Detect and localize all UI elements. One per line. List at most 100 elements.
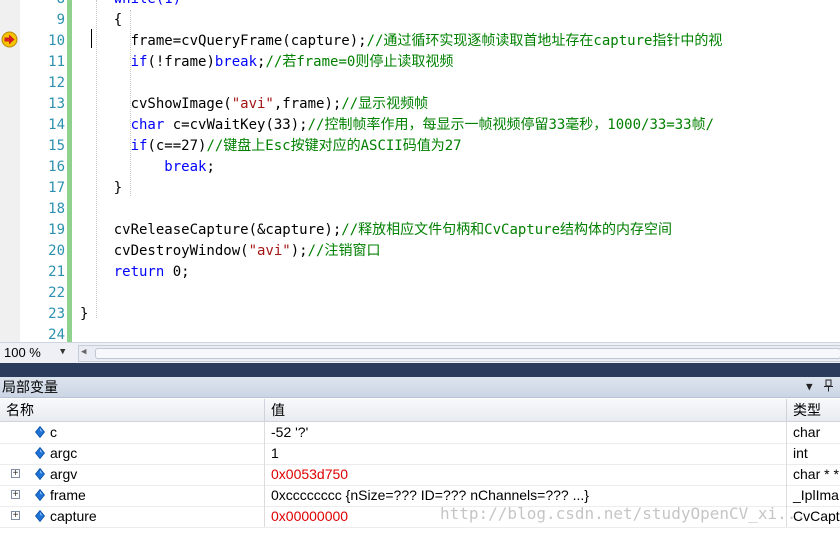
locals-row-c[interactable]: c -52 '?' char — [0, 422, 840, 444]
scrollbar-thumb[interactable] — [95, 348, 840, 359]
line-number: 17 — [48, 180, 65, 196]
indent-guide — [130, 10, 131, 196]
string-token: "avi" — [248, 243, 291, 259]
code-line[interactable]: 9 { — [0, 10, 840, 31]
pin-icon[interactable] — [823, 379, 834, 397]
code-token: } — [80, 306, 89, 322]
variable-name-cell[interactable]: c — [0, 422, 265, 443]
code-line[interactable]: 11 if(!frame)break;//若frame=0则停止读取视频 — [0, 52, 840, 73]
code-line[interactable]: 17 } — [0, 178, 840, 199]
code-line[interactable]: 15 if(c==27)//键盘上Esc按键对应的ASCII码值为27 — [0, 136, 840, 157]
code-line[interactable]: 23} — [0, 304, 840, 325]
code-token: (c==27) — [147, 138, 207, 154]
line-number: 18 — [48, 201, 65, 217]
variable-value-cell[interactable]: 1 — [265, 443, 787, 464]
locals-row-argc[interactable]: argc 1 int — [0, 443, 840, 465]
code-line[interactable]: 16 break; — [0, 157, 840, 178]
keyword-token: break — [164, 159, 207, 175]
column-header-name[interactable]: 名称 — [0, 399, 265, 421]
variable-value-cell[interactable]: 0x0053d750 — [265, 464, 787, 485]
variable-name-cell[interactable]: + argv — [0, 464, 265, 485]
code-line[interactable]: 14 char c=cvWaitKey(33);//控制帧率作用，每显示一帧视频… — [0, 115, 840, 136]
variable-name-cell[interactable]: + frame — [0, 485, 265, 506]
code-token: (!frame) — [147, 54, 215, 70]
column-header-value[interactable]: 值 — [265, 399, 787, 421]
comment-token: //键盘上Esc按键对应的ASCII码值为27 — [206, 138, 462, 154]
code-line[interactable]: 18 — [0, 199, 840, 220]
code-token: ; — [206, 159, 215, 175]
variable-type-cell: char — [793, 424, 821, 440]
variable-name: frame — [50, 487, 86, 503]
variable-type-cell: CvCapt — [793, 508, 840, 524]
line-number: 24 — [48, 327, 65, 342]
line-number: 11 — [48, 54, 65, 70]
expand-icon[interactable]: + — [11, 490, 20, 500]
locals-row-capture[interactable]: + capture 0x00000000 CvCapt — [0, 506, 840, 528]
locals-row-frame[interactable]: + frame 0xcccccccc {nSize=??? ID=??? nChan… — [0, 485, 840, 507]
zoom-level[interactable]: 100 % — [4, 344, 41, 362]
locals-title-bar[interactable]: 局部变量 ▼ — [0, 377, 840, 398]
line-number: 19 — [48, 222, 65, 238]
code-line[interactable]: 13 cvShowImage("avi",frame);//显示视频帧 — [0, 94, 840, 115]
variable-value-cell[interactable]: 0xcccccccc {nSize=??? ID=??? nChannels=?… — [265, 485, 787, 506]
editor-status-bar: 100 % ▼ ◀ — [0, 342, 840, 363]
local-variable-icon — [35, 447, 45, 459]
column-header-type[interactable]: 类型 — [787, 399, 840, 421]
code-line[interactable]: 24 — [0, 325, 840, 342]
code-line[interactable]: 8 while(1) — [0, 0, 840, 10]
comment-token: //显示视频帧 — [341, 96, 429, 112]
panel-splitter[interactable] — [0, 363, 840, 377]
code-line[interactable]: 12 — [0, 73, 840, 94]
chevron-down-icon[interactable]: ▼ — [60, 347, 65, 357]
comment-token: //释放相应文件句柄和CvCapture结构体的内存空间 — [341, 222, 673, 238]
expand-icon[interactable]: + — [11, 469, 20, 479]
comment-token: //通过循环实现逐帧读取首地址存在capture指针中的视 — [366, 33, 723, 49]
line-number: 12 — [48, 75, 65, 91]
line-number: 14 — [48, 117, 65, 133]
code-editor[interactable]: 8 while(1)9 {10 frame=cvQueryFrame(captu… — [0, 0, 840, 342]
keyword-token: return — [113, 264, 165, 280]
line-number: 16 — [48, 159, 65, 175]
locals-row-argv[interactable]: + argv 0x0053d750 char * * — [0, 464, 840, 486]
scroll-left-icon[interactable]: ◀ — [81, 347, 86, 357]
code-line[interactable]: 21 return 0; — [0, 262, 840, 283]
code-text: break; — [80, 157, 215, 178]
variable-value-cell[interactable]: -52 '?' — [265, 422, 787, 443]
code-token: } — [80, 180, 123, 196]
variable-type-cell: _IplIma — [793, 487, 839, 503]
locals-window: 局部变量 ▼ 名称 值 类型 c -52 '?' char argc 1 int + argv… — [0, 377, 840, 535]
code-text: cvDestroyWindow("avi");//注销窗口 — [80, 241, 381, 262]
variable-value-cell[interactable]: 0x00000000 — [265, 506, 787, 527]
code-token: ,frame); — [273, 96, 342, 112]
local-variable-icon — [35, 426, 45, 438]
code-text: char c=cvWaitKey(33);//控制帧率作用，每显示一帧视频停留3… — [80, 115, 714, 136]
local-variable-icon — [35, 468, 45, 480]
line-number: 13 — [48, 96, 65, 112]
code-line[interactable]: 22 — [0, 283, 840, 304]
variable-name: c — [50, 424, 57, 440]
variable-name-cell[interactable]: argc — [0, 443, 265, 464]
variable-name-cell[interactable]: + capture — [0, 506, 265, 527]
line-number: 15 — [48, 138, 65, 154]
code-line[interactable]: 10 frame=cvQueryFrame(capture);//通过循环实现逐… — [0, 31, 840, 52]
locals-header-row: 名称 值 类型 — [0, 399, 840, 422]
code-token: cvShowImage( — [80, 96, 232, 112]
variable-name: argc — [50, 445, 78, 461]
expand-icon[interactable]: + — [11, 511, 20, 521]
variable-type-cell: int — [793, 445, 808, 461]
code-token: ); — [290, 243, 308, 259]
comment-token: //若frame=0则停止读取视频 — [265, 54, 454, 70]
chevron-down-icon[interactable]: ▼ — [806, 379, 813, 395]
code-line[interactable]: 19 cvReleaseCapture(&capture);//释放相应文件句柄… — [0, 220, 840, 241]
line-number: 8 — [20, 0, 65, 10]
code-token: frame=cvQueryFrame(capture); — [80, 33, 367, 49]
line-number: 22 — [48, 285, 65, 301]
line-number: 20 — [48, 243, 65, 259]
code-text: if(!frame)break;//若frame=0则停止读取视频 — [80, 52, 454, 73]
code-line[interactable]: 20 cvDestroyWindow("avi");//注销窗口 — [0, 241, 840, 262]
horizontal-scrollbar[interactable]: ◀ — [78, 345, 840, 362]
variable-name: argv — [50, 466, 78, 482]
keyword-token: break — [214, 54, 258, 70]
